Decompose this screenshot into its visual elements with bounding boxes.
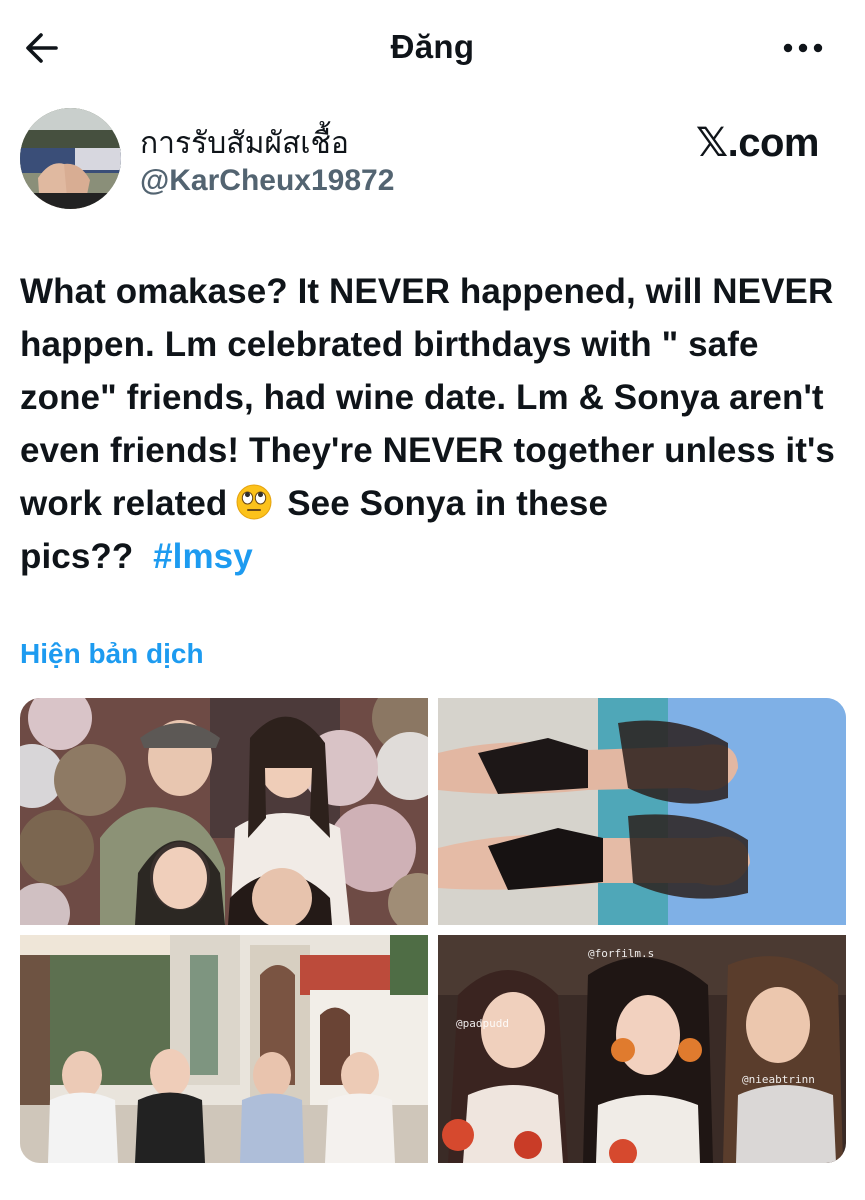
tweet-author: การรับสัมผัสเชื้อ @KarCheux19872 𝕏.com (20, 108, 845, 218)
face-with-rolling-eyes-icon (235, 483, 273, 521)
source-label: 𝕏.com (695, 121, 820, 165)
photo-beach (438, 698, 846, 925)
media-photo-3[interactable] (20, 935, 428, 1163)
media-photo-1[interactable] (20, 698, 428, 925)
media-photo-2[interactable] (438, 698, 846, 925)
photo-birthday-balloons (20, 698, 428, 925)
photo-villa (20, 935, 428, 1163)
show-translation-link[interactable]: Hiện bản dịch (20, 638, 204, 670)
watermark-label: @forfilm.s (588, 947, 655, 960)
user-handle[interactable]: @KarCheux19872 (140, 164, 394, 198)
more-options-button[interactable] (781, 30, 825, 66)
more-horizontal-icon (783, 43, 823, 53)
hashtag-link[interactable]: #lmsy (153, 537, 253, 576)
display-name[interactable]: การรับสัมผัสเชื้อ (140, 120, 349, 167)
avatar[interactable] (20, 108, 121, 209)
tweet-text: What omakase? It NEVER happened, will NE… (20, 265, 850, 583)
watermark-label: @padpudd (456, 1017, 509, 1030)
media-photo-4[interactable]: @forfilm.s @padpudd @nieabtrinn (438, 935, 846, 1163)
top-bar: Đăng (0, 0, 865, 96)
page-title: Đăng (390, 28, 475, 65)
media-grid: @forfilm.s @padpudd @nieabtrinn (20, 698, 846, 1163)
watermark-label: @nieabtrinn (742, 1073, 815, 1086)
avatar-image (20, 108, 121, 209)
photo-friends-group (438, 935, 846, 1163)
